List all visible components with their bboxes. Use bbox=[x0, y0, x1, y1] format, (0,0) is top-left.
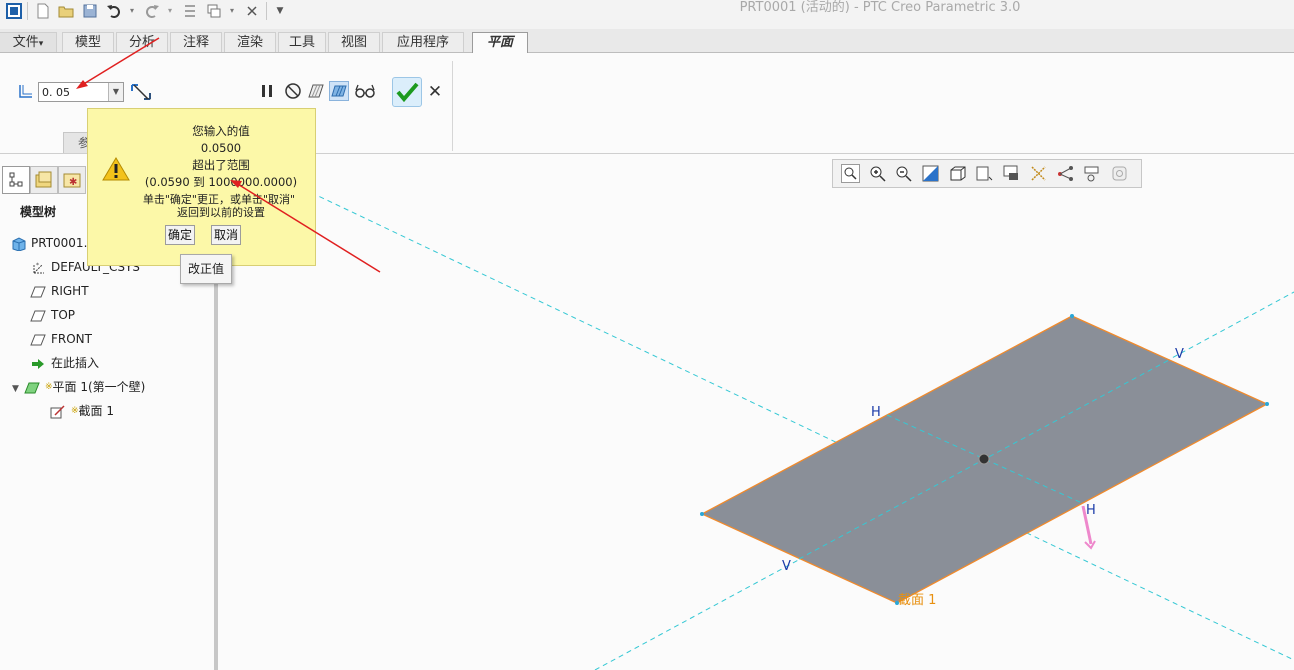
vertex-point bbox=[1265, 402, 1269, 406]
datum-plane-icon bbox=[30, 333, 46, 347]
h-constraint-label: H bbox=[871, 405, 881, 420]
ok-button[interactable] bbox=[392, 77, 422, 107]
favorites-tab-icon[interactable]: ✱ bbox=[58, 166, 86, 194]
view-toolbar bbox=[832, 159, 1142, 188]
tab-applications[interactable]: 应用程序 bbox=[382, 32, 464, 52]
checkmark-icon bbox=[396, 82, 419, 103]
thickness-icon bbox=[18, 83, 34, 99]
flip-thickness-icon[interactable] bbox=[130, 81, 152, 103]
tab-annotate[interactable]: 注释 bbox=[170, 32, 222, 52]
save-icon[interactable] bbox=[82, 3, 98, 19]
saved-orientations-icon[interactable] bbox=[975, 164, 994, 183]
value-out-of-range-popup: 您输入的值 0.0500 超出了范围 (0.0590 到 1000000.000… bbox=[87, 108, 316, 266]
tree-item-right[interactable]: RIGHT bbox=[30, 282, 89, 300]
zoom-out-icon[interactable] bbox=[894, 164, 913, 183]
sheet-center-point bbox=[978, 453, 990, 465]
warning-icon bbox=[102, 156, 130, 182]
refit-icon[interactable] bbox=[841, 164, 860, 183]
part-icon bbox=[10, 236, 26, 252]
close-icon[interactable]: ✕ bbox=[426, 82, 444, 102]
pause-icon[interactable] bbox=[257, 81, 277, 101]
section-label: 截面 1 bbox=[898, 593, 936, 608]
section-display-icon[interactable] bbox=[1110, 164, 1129, 183]
popup-message-line: 返回到以前的设置 bbox=[177, 206, 265, 219]
ribbon-tab-bar: 文件▾ 模型 分析 注释 渲染 工具 视图 应用程序 平面 bbox=[0, 29, 1294, 54]
csys-icon: * bbox=[30, 261, 46, 275]
v-constraint-label: V bbox=[1175, 347, 1184, 362]
verify-mode-icon[interactable] bbox=[306, 81, 326, 101]
svg-text:✱: ✱ bbox=[69, 177, 77, 188]
tree-item-front[interactable]: FRONT bbox=[30, 330, 92, 348]
zoom-in-icon[interactable] bbox=[868, 164, 887, 183]
display-style-icon[interactable] bbox=[948, 164, 967, 183]
popup-message-line: 单击"确定"更正，或单击"取消" bbox=[142, 193, 296, 206]
popup-message-line: 您输入的值 bbox=[192, 124, 250, 138]
datum-display-icon[interactable] bbox=[1029, 164, 1048, 183]
planar-wall-icon bbox=[24, 381, 40, 395]
confirm-button[interactable]: 确定 bbox=[165, 225, 195, 245]
undo-dropdown-icon[interactable]: ▾ bbox=[124, 3, 140, 19]
preview-geometry-icon[interactable] bbox=[329, 81, 349, 101]
graphics-window[interactable]: H V H V 截面 1 bbox=[218, 154, 1294, 670]
spin-center-icon[interactable] bbox=[1083, 164, 1102, 183]
expand-triangle-icon[interactable]: ▼ bbox=[12, 380, 24, 398]
cancel-button[interactable]: 取消 bbox=[211, 225, 241, 245]
tooltip: 改正值 bbox=[180, 254, 232, 284]
sketch-icon bbox=[50, 404, 66, 419]
datum-plane-icon bbox=[30, 309, 46, 323]
datum-plane-icon bbox=[30, 285, 46, 299]
popup-entered-value: 0.0500 bbox=[200, 141, 242, 155]
tab-render[interactable]: 渲染 bbox=[224, 32, 276, 52]
app-icon[interactable] bbox=[6, 3, 22, 19]
thickness-input[interactable] bbox=[39, 83, 108, 101]
thickness-combobox[interactable]: ▼ bbox=[38, 82, 124, 102]
window-title: PRT0001 (活动的) - PTC Creo Parametric 3.0 bbox=[739, 0, 1021, 15]
regenerate-icon[interactable] bbox=[182, 3, 198, 19]
tab-view[interactable]: 视图 bbox=[328, 32, 380, 52]
open-icon[interactable] bbox=[58, 3, 74, 19]
popup-valid-range: (0.0590 到 1000000.0000) bbox=[144, 175, 298, 189]
svg-text:*: * bbox=[36, 262, 39, 269]
close-window-icon[interactable] bbox=[244, 3, 260, 19]
vertex-point bbox=[700, 512, 704, 516]
tab-file[interactable]: 文件▾ bbox=[0, 32, 57, 52]
view-manager-icon[interactable] bbox=[1002, 164, 1021, 183]
undo-icon[interactable] bbox=[106, 3, 122, 19]
redo-dropdown-icon[interactable]: ▾ bbox=[162, 3, 178, 19]
tree-item-planar-wall[interactable]: ▼ ※平面 1(第一个壁) bbox=[12, 378, 145, 396]
windows-dropdown-icon[interactable]: ▾ bbox=[224, 3, 240, 19]
v-constraint-label: V bbox=[782, 559, 791, 574]
no-preview-icon[interactable] bbox=[283, 81, 303, 101]
annotation-display-icon[interactable] bbox=[1056, 164, 1075, 183]
ribbon-divider bbox=[452, 61, 453, 151]
tree-item-top[interactable]: TOP bbox=[30, 306, 75, 324]
chevron-down-icon[interactable]: ▼ bbox=[108, 83, 123, 101]
folder-browser-tab-icon[interactable] bbox=[30, 166, 58, 194]
tab-model[interactable]: 模型 bbox=[62, 32, 114, 52]
tree-item-section[interactable]: ※截面 1 bbox=[50, 402, 114, 420]
insert-here-icon bbox=[30, 357, 46, 371]
quick-access-toolbar: ▾ ▾ ▾ ▼ PRT0001 (活动的) - PTC Creo Paramet… bbox=[0, 0, 1294, 29]
h-constraint-label: H bbox=[1086, 503, 1096, 518]
windows-icon[interactable] bbox=[206, 3, 222, 19]
tree-item-part[interactable]: PRT0001.P bbox=[10, 234, 95, 252]
repaint-icon[interactable] bbox=[921, 164, 940, 183]
tab-tools[interactable]: 工具 bbox=[278, 32, 326, 52]
model-tree-title: 模型树 bbox=[20, 205, 57, 219]
customize-icon[interactable]: ▼ bbox=[272, 3, 288, 19]
tree-item-insert-here[interactable]: 在此插入 bbox=[30, 354, 99, 372]
new-icon[interactable] bbox=[35, 3, 51, 19]
vertex-point bbox=[1070, 314, 1074, 318]
tab-analysis[interactable]: 分析 bbox=[116, 32, 168, 52]
redo-icon[interactable] bbox=[144, 3, 160, 19]
model-tree-tab-icon[interactable] bbox=[2, 166, 30, 194]
glasses-icon[interactable] bbox=[354, 81, 375, 101]
tab-planar[interactable]: 平面 bbox=[472, 32, 528, 54]
popup-message-line: 超出了范围 bbox=[192, 158, 250, 172]
